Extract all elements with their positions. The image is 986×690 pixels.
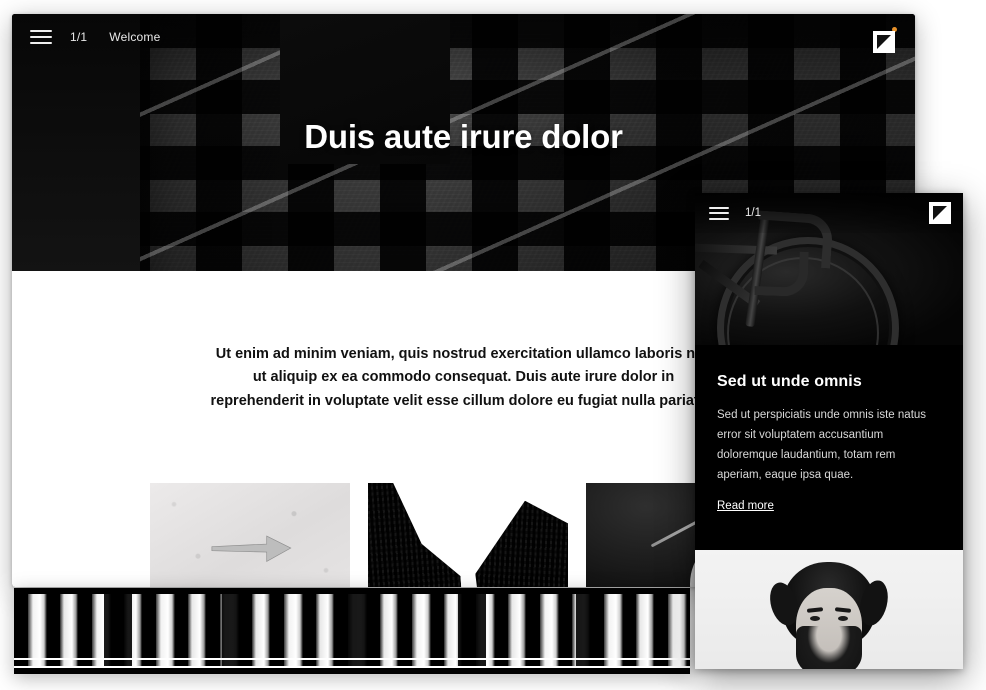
mesh-panel-right — [473, 498, 568, 587]
barcode-rule-top — [14, 658, 690, 660]
portrait-eye-right — [838, 616, 848, 621]
screenshot-root: 1/1 Welcome Duis aute irure dolor Ut eni… — [0, 0, 986, 690]
brand-logo[interactable] — [873, 31, 895, 53]
portrait-image — [695, 550, 963, 669]
lead-paragraph: Ut enim ad minim veniam, quis nostrud ex… — [210, 346, 717, 409]
mobile-article-card: Sed ut unde omnis Sed ut perspiciatis un… — [695, 345, 963, 550]
barcode-rule-bottom — [14, 666, 690, 668]
thumbnail-arrow[interactable] — [150, 483, 350, 587]
page-counter: 1/1 — [70, 29, 88, 44]
thumbnail-gallery — [150, 483, 786, 587]
barcode-strip — [14, 588, 690, 674]
thumbnail-mesh[interactable] — [368, 483, 568, 587]
article-title: Sed ut unde omnis — [717, 373, 862, 390]
read-more-link[interactable]: Read more — [717, 500, 774, 512]
triangle-logo-icon — [877, 35, 891, 49]
portrait-beard — [796, 626, 862, 669]
mobile-topbar: 1/1 — [695, 193, 963, 233]
logo-container[interactable] — [871, 27, 897, 53]
hamburger-line — [30, 41, 52, 44]
hamburger-line — [709, 206, 729, 209]
hamburger-menu-icon[interactable] — [709, 206, 729, 220]
hamburger-line — [30, 35, 52, 38]
article-body: Sed ut perspiciatis unde omnis iste natu… — [717, 409, 927, 482]
arrow-icon — [211, 535, 292, 562]
mobile-mockup: 1/1 Sed ut unde omnis Sed ut perspiciati… — [695, 193, 963, 669]
portrait-eye-left — [810, 616, 820, 621]
brand-logo[interactable] — [929, 202, 951, 224]
desktop-topbar: 1/1 Welcome — [12, 14, 915, 59]
triangle-logo-icon — [933, 206, 947, 220]
nav-item-welcome[interactable]: Welcome — [109, 30, 160, 44]
hamburger-line — [709, 217, 729, 220]
hamburger-line — [709, 212, 729, 214]
hamburger-menu-icon[interactable] — [30, 29, 52, 44]
mesh-panel-left — [368, 483, 463, 587]
hamburger-line — [30, 29, 52, 32]
page-counter: 1/1 — [745, 207, 761, 219]
barcode-bars — [14, 594, 690, 668]
mobile-portrait-photo — [695, 550, 963, 669]
page-title: Duis aute irure dolor — [304, 118, 623, 155]
